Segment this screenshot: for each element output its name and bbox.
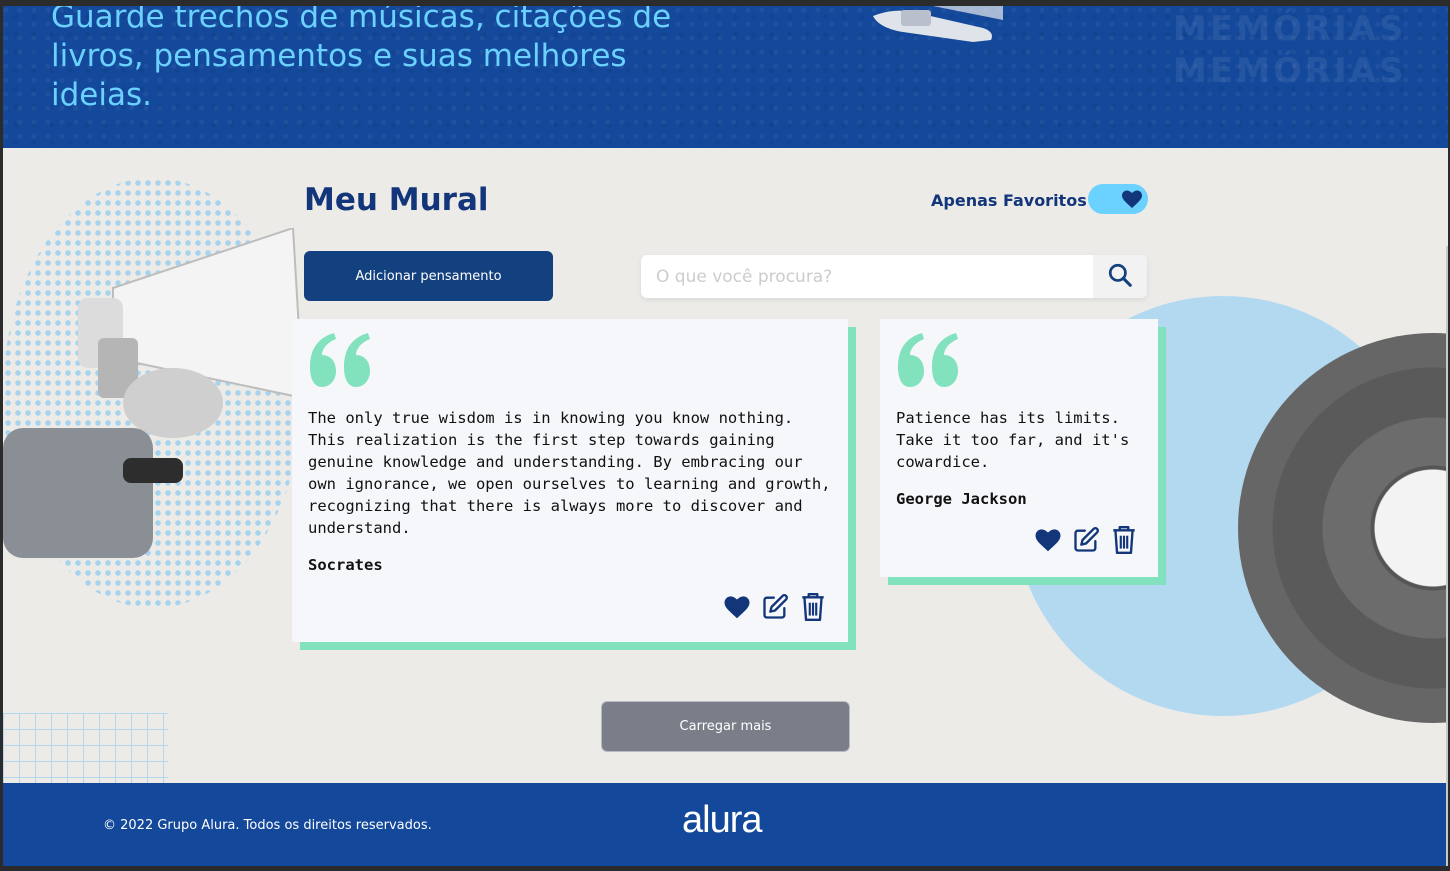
edit-button[interactable] xyxy=(1071,524,1101,556)
heart-icon xyxy=(724,596,750,619)
favorite-button[interactable] xyxy=(1033,524,1063,556)
search-bar xyxy=(641,255,1147,298)
copyright-text: © 2022 Grupo Alura. Todos os direitos re… xyxy=(103,818,432,833)
edit-button[interactable] xyxy=(760,591,790,623)
thought-card: Patience has its limits. Take it too far… xyxy=(880,319,1158,577)
trash-icon xyxy=(1113,525,1135,555)
favorites-toggle[interactable] xyxy=(1088,184,1148,214)
page-frame: Guarde trechos de músicas, citações de l… xyxy=(3,6,1448,866)
main-section: Meu Mural Apenas Favoritos Adicionar pen… xyxy=(3,148,1448,783)
hero-text: Guarde trechos de músicas, citações de l… xyxy=(51,6,672,113)
megaphone-illustration xyxy=(3,228,305,558)
add-thought-button[interactable]: Adicionar pensamento xyxy=(304,251,553,301)
grid-decoration xyxy=(3,713,168,783)
search-button[interactable] xyxy=(1093,255,1147,298)
quote-text: The only true wisdom is in knowing you k… xyxy=(308,409,840,537)
heart-icon xyxy=(1035,529,1061,552)
heart-icon xyxy=(1122,190,1142,208)
delete-button[interactable] xyxy=(798,591,828,623)
delete-button[interactable] xyxy=(1109,524,1139,556)
card-actions xyxy=(1033,524,1139,556)
scrollbar[interactable] xyxy=(1446,246,1448,866)
favorite-button[interactable] xyxy=(722,591,752,623)
quote-author: George Jackson xyxy=(896,490,1027,508)
favorites-filter-label: Apenas Favoritos xyxy=(931,191,1087,210)
search-input[interactable] xyxy=(641,255,1093,298)
quote-icon xyxy=(310,333,370,387)
footer: © 2022 Grupo Alura. Todos os direitos re… xyxy=(3,783,1448,866)
quote-text: Patience has its limits. Take it too far… xyxy=(896,409,1139,471)
thought-card: The only true wisdom is in knowing you k… xyxy=(292,319,848,642)
turntable-arm-illustration xyxy=(873,6,1003,42)
quote-icon xyxy=(898,333,958,387)
alura-logo: alura xyxy=(682,799,762,841)
edit-icon xyxy=(1074,527,1099,552)
card-actions xyxy=(722,591,828,623)
search-icon xyxy=(1108,263,1132,287)
trash-icon xyxy=(802,592,824,622)
memorias-watermark: MEMÓRIAS MEMÓRIAS xyxy=(1173,9,1407,91)
load-more-button[interactable]: Carregar mais xyxy=(601,701,850,752)
edit-icon xyxy=(763,594,788,619)
page-title: Meu Mural xyxy=(304,182,489,218)
header-banner: Guarde trechos de músicas, citações de l… xyxy=(3,6,1448,148)
quote-author: Socrates xyxy=(308,556,383,574)
